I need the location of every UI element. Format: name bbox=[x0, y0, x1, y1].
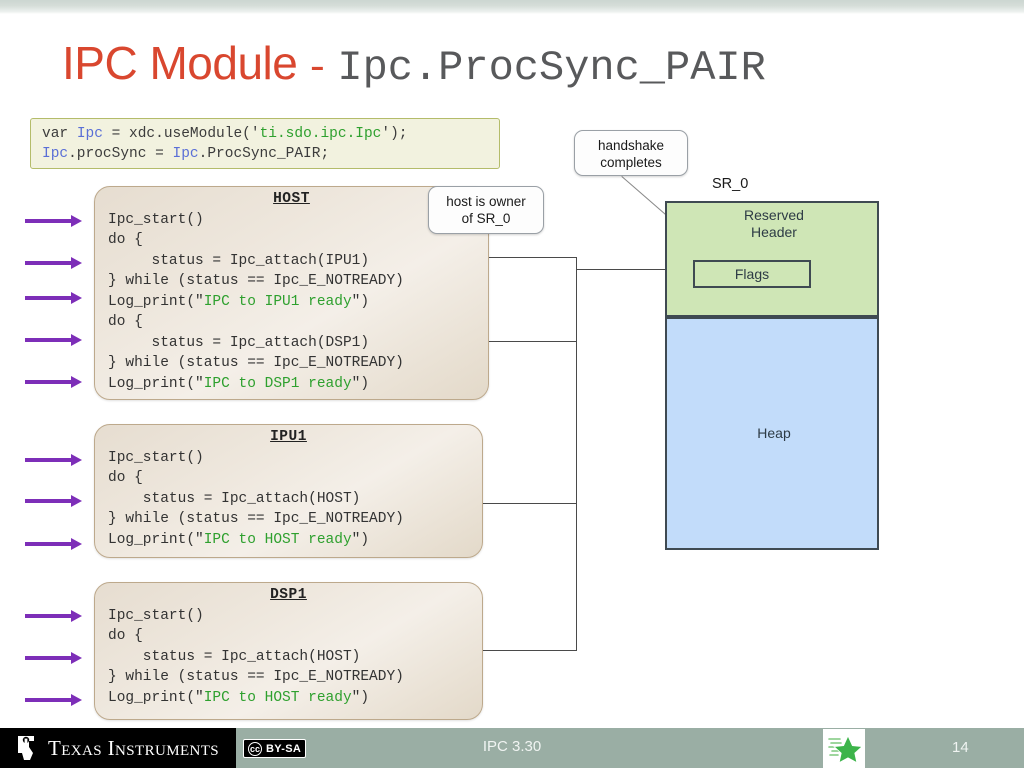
code-card-dsp1: DSP1 Ipc_start() do { status = Ipc_attac… bbox=[94, 582, 483, 720]
flow-arrow-host-1 bbox=[25, 215, 82, 227]
host-line-2: do { bbox=[108, 232, 143, 248]
sr0-label: SR_0 bbox=[712, 176, 749, 192]
sr0-reserved-header-block: Reserved Header Flags bbox=[665, 201, 879, 317]
code-card-dsp1-body: Ipc_start() do { status = Ipc_attach(HOS… bbox=[108, 607, 404, 706]
config-code-l1-c: = xdc.useModule(' bbox=[102, 126, 260, 142]
dsp1-line-3: status = Ipc_attach(HOST) bbox=[108, 648, 361, 665]
dsp1-line-1: Ipc_start() bbox=[108, 607, 204, 624]
config-code-l1-b: Ipc bbox=[76, 126, 103, 142]
code-card-dsp1-title: DSP1 bbox=[270, 587, 307, 603]
footer-bar: Texas Instruments cc BY-SA IPC 3.30 14 bbox=[0, 728, 1024, 768]
code-card-ipu1-body: Ipc_start() do { status = Ipc_attach(HOS… bbox=[108, 449, 404, 548]
ipu1-line-1: Ipc_start() bbox=[108, 449, 204, 466]
ipu1-line-2: do { bbox=[108, 470, 143, 486]
config-code-line-1: var Ipc = xdc.useModule('ti.sdo.ipc.Ipc'… bbox=[42, 124, 499, 144]
code-card-host-body: Ipc_start() do { status = Ipc_attach(IPU… bbox=[108, 211, 404, 392]
config-code-l2-a: Ipc bbox=[42, 146, 69, 162]
code-card-ipu1-title: IPU1 bbox=[270, 429, 307, 445]
page-title-main: IPC Module bbox=[62, 37, 298, 89]
flow-arrow-host-2 bbox=[25, 257, 82, 269]
page-title-mono: Ipc.ProcSync_PAIR bbox=[337, 44, 766, 92]
config-code-line-2: Ipc.procSync = Ipc.ProcSync_PAIR; bbox=[42, 144, 499, 164]
page-title-dash: - bbox=[305, 47, 330, 92]
sr0-flags-block: Flags bbox=[693, 260, 811, 288]
config-code-l1-e: '); bbox=[381, 126, 408, 142]
flow-arrow-host-3 bbox=[25, 292, 82, 304]
config-code-box: var Ipc = xdc.useModule('ti.sdo.ipc.Ipc'… bbox=[30, 118, 500, 169]
page-number: 14 bbox=[952, 739, 969, 756]
dsp1-line-2: do { bbox=[108, 628, 143, 644]
config-code-l2-c: Ipc bbox=[172, 146, 199, 162]
connector-to-flags-line bbox=[576, 269, 673, 270]
host-line-8: } while (status == Ipc_E_NOTREADY) bbox=[108, 355, 404, 371]
flow-arrow-dsp1-1 bbox=[25, 610, 82, 622]
flow-arrow-ipu1-2 bbox=[25, 495, 82, 507]
sr0-reserved-header-label: Reserved Header bbox=[667, 207, 881, 241]
config-code-l1-d: ti.sdo.ipc.Ipc bbox=[259, 126, 382, 142]
dsp1-line-4: } while (status == Ipc_E_NOTREADY) bbox=[108, 669, 404, 685]
page-title: IPC Module - Ipc.ProcSync_PAIR bbox=[62, 36, 766, 92]
callout-owner-line-1: host is owner bbox=[446, 194, 526, 209]
code-card-ipu1: IPU1 Ipc_start() do { status = Ipc_attac… bbox=[94, 424, 483, 558]
callout-handshake-line-2: completes bbox=[600, 155, 662, 170]
config-code-l1-a: var bbox=[42, 126, 77, 142]
config-code-l2-b: .procSync = bbox=[68, 146, 173, 162]
ipu1-line-3: status = Ipc_attach(HOST) bbox=[108, 490, 361, 507]
config-code-l2-d: .ProcSync_PAIR; bbox=[198, 146, 330, 162]
callout-handshake-completes: handshake completes bbox=[574, 130, 688, 176]
host-line-1: Ipc_start() bbox=[108, 211, 204, 228]
star-icon bbox=[828, 734, 861, 763]
flow-arrow-host-5 bbox=[25, 376, 82, 388]
flow-arrow-ipu1-3 bbox=[25, 538, 82, 550]
flow-arrow-dsp1-3 bbox=[25, 694, 82, 706]
green-star-logo bbox=[823, 729, 865, 768]
host-line-6: do { bbox=[108, 314, 143, 330]
slide-root: IPC Module - Ipc.ProcSync_PAIR var Ipc = x… bbox=[0, 0, 1024, 768]
top-decorative-band bbox=[0, 0, 1024, 14]
flow-arrow-host-4 bbox=[25, 334, 82, 346]
host-string-1: IPC to IPU1 ready bbox=[203, 293, 352, 310]
footer-center-text: IPC 3.30 bbox=[482, 738, 542, 755]
sr0-heap-label: Heap bbox=[757, 425, 791, 441]
host-line-3: status = Ipc_attach(IPU1) bbox=[108, 252, 370, 269]
ipu1-string-1: IPC to HOST ready bbox=[203, 531, 352, 548]
sr0-reserved-header-line-2: Header bbox=[751, 224, 797, 240]
flow-arrow-ipu1-1 bbox=[25, 454, 82, 466]
sr0-reserved-header-line-1: Reserved bbox=[744, 207, 804, 223]
ipu1-line-4: } while (status == Ipc_E_NOTREADY) bbox=[108, 511, 404, 527]
callout-host-is-owner: host is owner of SR_0 bbox=[428, 186, 544, 234]
host-string-2: IPC to DSP1 ready bbox=[203, 375, 352, 392]
dsp1-string-1: IPC to HOST ready bbox=[203, 689, 352, 706]
host-line-7: status = Ipc_attach(DSP1) bbox=[108, 334, 370, 351]
callout-owner-line-2: of SR_0 bbox=[461, 211, 511, 226]
sr0-heap-block: Heap bbox=[665, 317, 879, 550]
host-line-4: } while (status == Ipc_E_NOTREADY) bbox=[108, 273, 404, 289]
flow-arrow-dsp1-2 bbox=[25, 652, 82, 664]
callout-handshake-line-1: handshake bbox=[597, 138, 665, 153]
connector-bus-vertical bbox=[576, 257, 577, 651]
